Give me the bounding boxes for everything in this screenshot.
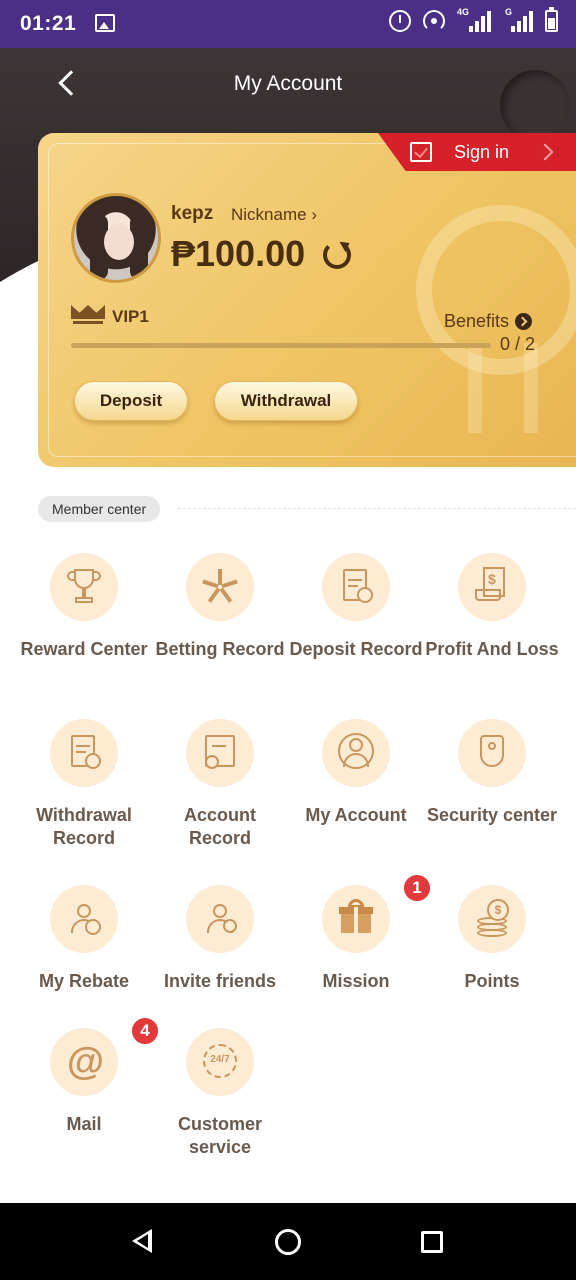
vip-progress-text: 0 / 2: [500, 334, 536, 354]
sign-in-label: Sign in: [454, 141, 510, 162]
icon-circle: [186, 885, 254, 953]
menu-label: Account Record: [184, 805, 256, 848]
menu-label: Deposit Record: [289, 639, 423, 659]
status-bar: 01:21 4G G: [0, 0, 576, 48]
vip-level: VIP1: [112, 307, 149, 326]
icon-circle: [458, 719, 526, 787]
coins-icon: $: [475, 899, 509, 939]
menu-label: Mission: [322, 971, 390, 991]
icon-circle: 24/7: [186, 1028, 254, 1096]
mail-badge: 4: [130, 1016, 160, 1046]
sign-in-button[interactable]: Sign in: [378, 133, 576, 171]
menu-label: Mail: [66, 1114, 102, 1134]
benefits-link[interactable]: Benefits: [444, 311, 533, 332]
gift-icon: [339, 899, 373, 939]
account-record-icon: [203, 733, 237, 773]
page-title: My Account: [233, 72, 343, 95]
alarm-icon: [389, 10, 411, 32]
nav-back-icon[interactable]: [132, 1229, 152, 1253]
benefits-label: Benefits: [444, 311, 510, 331]
section-divider: [178, 508, 576, 509]
customer-service-icon: 24/7: [203, 1042, 237, 1082]
rebate-icon: [67, 899, 101, 939]
icon-circle: [322, 553, 390, 621]
icon-circle: @ 4: [50, 1016, 160, 1096]
signal-icon-2: G: [503, 7, 533, 32]
network-type-label-2: G: [505, 7, 513, 17]
medal-ribbon-watermark: [468, 343, 538, 433]
status-icons: 4G G: [389, 7, 558, 32]
member-center-label: Member center: [38, 496, 161, 522]
menu-label: Points: [464, 971, 520, 991]
account-card: Sign in kepz Nickname ₱100.00 VIP1 Benef…: [38, 133, 576, 467]
balance-amount: ₱100.00: [171, 233, 306, 274]
trophy-icon: [67, 567, 101, 607]
withdrawal-button[interactable]: Withdrawal: [214, 381, 358, 421]
menu-label: Customer service: [177, 1114, 262, 1157]
icon-circle: 1: [322, 873, 432, 953]
menu-label: Betting Record: [155, 639, 285, 659]
image-notification-icon: [95, 14, 115, 32]
username: kepz: [171, 203, 214, 224]
arrow-right-circle-icon: [515, 313, 533, 330]
withdrawal-record-icon: [67, 733, 101, 773]
betting-icon: [202, 567, 238, 607]
battery-icon: [545, 7, 558, 32]
crown-icon: [71, 305, 105, 325]
nickname-link[interactable]: Nickname: [231, 205, 317, 225]
user-circle-icon: [338, 733, 374, 773]
hotspot-icon: [423, 10, 445, 32]
network-type-label: 4G: [457, 7, 470, 17]
avatar[interactable]: [71, 193, 161, 283]
icon-circle: [322, 719, 390, 787]
icon-circle: [50, 885, 118, 953]
icon-circle: $: [458, 553, 526, 621]
receipt-icon: $: [475, 567, 509, 607]
icon-circle: $: [458, 885, 526, 953]
at-icon: @: [67, 1041, 105, 1083]
chevron-right-icon: [536, 143, 554, 161]
menu-label: Security center: [426, 805, 558, 825]
menu-label: Reward Center: [20, 639, 148, 659]
menu-label: Profit And Loss: [425, 639, 559, 659]
deposit-button[interactable]: Deposit: [74, 381, 188, 421]
nav-home-icon[interactable]: [275, 1229, 301, 1255]
menu-label: My Rebate: [38, 971, 130, 991]
status-time: 01:21: [20, 12, 77, 35]
menu-label: Withdrawal Record: [36, 805, 132, 848]
customer-service-icon-text: 24/7: [210, 1054, 230, 1065]
vip-progress-bar: [71, 343, 491, 348]
icon-circle: [50, 553, 118, 621]
menu-label: My Account: [305, 805, 407, 825]
menu-label: Invite friends: [163, 971, 277, 991]
mission-badge: 1: [402, 873, 432, 903]
refresh-icon[interactable]: [323, 241, 351, 269]
signal-icon: 4G: [457, 7, 491, 32]
nav-recents-icon[interactable]: [421, 1231, 443, 1253]
shield-icon: [475, 733, 509, 773]
icon-circle: [50, 719, 118, 787]
calendar-check-icon: [410, 142, 432, 162]
system-nav-bar: [0, 1203, 576, 1280]
deposit-record-icon: [339, 567, 373, 607]
icon-circle: [186, 553, 254, 621]
icon-circle: [186, 719, 254, 787]
account-header: My Account Sign in kepz Nickname ₱100.00…: [0, 48, 576, 488]
invite-friend-icon: [203, 899, 237, 939]
